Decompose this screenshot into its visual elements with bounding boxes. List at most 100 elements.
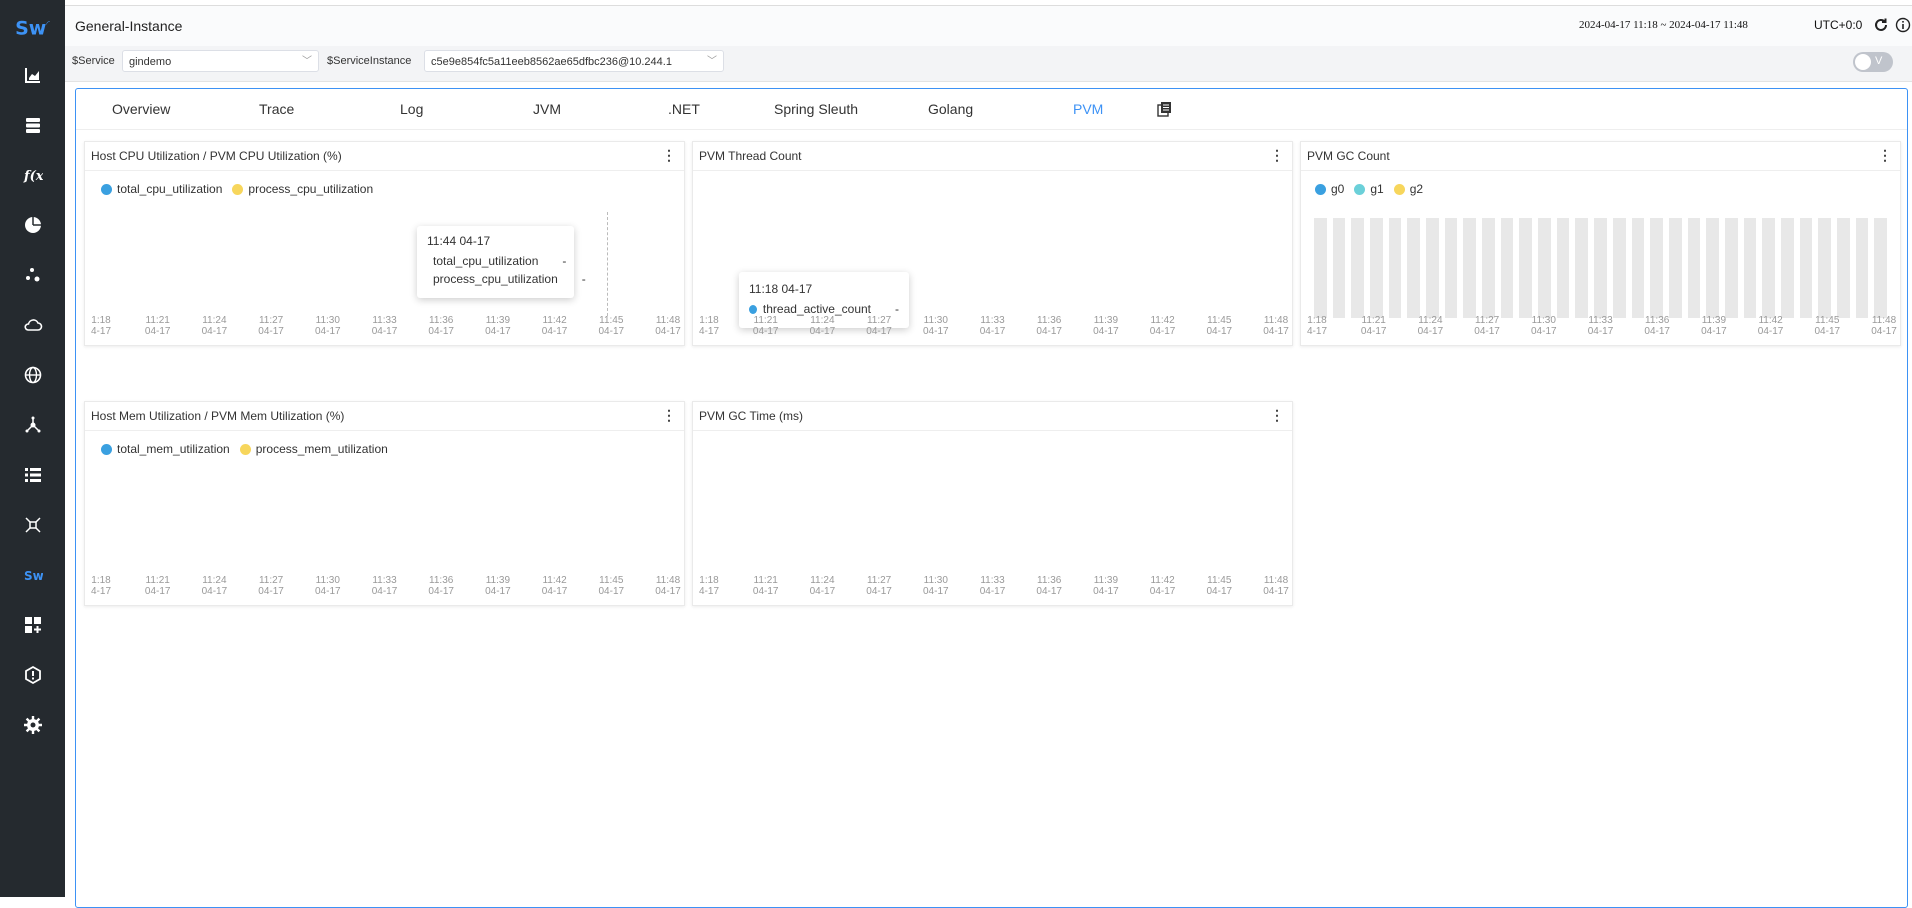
x-tick-date: 04-17 — [752, 586, 779, 597]
x-tick-date: 04-17 — [1149, 586, 1176, 597]
x-tick-time: 11:48 — [655, 315, 681, 326]
x-tick-date: 04-17 — [1206, 326, 1233, 337]
x-tick-date: 04-17 — [1036, 326, 1062, 337]
x-tick-label: 11:39 04-17 — [1086, 575, 1126, 597]
dashboard-container: Overview Trace Log JVM .NET Spring Sleut… — [75, 88, 1908, 908]
x-tick-label: 11:30 04-17 — [1524, 315, 1564, 337]
x-tick-time: 11:48 — [655, 575, 681, 586]
x-tick-time: 1:18 — [699, 315, 719, 326]
service-select[interactable]: gindemo ﹀ — [122, 50, 319, 72]
x-tick-time: 11:42 — [1150, 315, 1175, 326]
x-tick-label: 11:27 04-17 — [859, 315, 899, 337]
x-tick-date: 04-17 — [428, 586, 454, 597]
refresh-icon[interactable] — [1873, 17, 1889, 38]
x-tick-label: 11:48 04-17 — [648, 315, 688, 337]
dashboard-add-icon[interactable] — [0, 605, 65, 645]
x-tick-label: 11:33 04-17 — [365, 315, 405, 337]
tooltip-series: total_cpu_utilization — [433, 254, 539, 268]
legend-item[interactable]: process_mem_utilization — [239, 442, 388, 456]
edit-toggle[interactable]: V — [1853, 52, 1893, 72]
panel-menu-icon[interactable]: ⋮ — [662, 407, 676, 423]
x-tick-label: 11:27 04-17 — [859, 575, 899, 597]
x-tick-label: 11:33 04-17 — [973, 315, 1013, 337]
mesh-icon[interactable] — [0, 405, 65, 445]
service-select-value: gindemo — [129, 56, 172, 68]
legend-dot — [101, 443, 112, 455]
x-tick-date: 04-17 — [809, 586, 836, 597]
legend-label: total_cpu_utilization — [117, 182, 223, 196]
instance-select[interactable]: c5e9e854fc5a11eeb8562ae65dfbc236@10.244.… — [424, 50, 724, 72]
x-tick-time: 11:36 — [429, 315, 454, 326]
gc-bar — [1332, 218, 1346, 318]
tab-golang[interactable]: Golang — [928, 101, 973, 117]
x-tick-date: 04-17 — [485, 586, 511, 597]
x-tick-date: 04-17 — [1814, 326, 1841, 337]
x-tick-label: 11:21 04-17 — [138, 315, 178, 337]
chart-icon[interactable] — [0, 55, 65, 95]
x-tick-label: 11:21 04-17 — [746, 575, 786, 597]
copy-tab-icon[interactable] — [1157, 101, 1173, 122]
gc-bar — [1463, 218, 1477, 318]
x-tick-date: 04-17 — [1757, 326, 1784, 337]
tab-trace[interactable]: Trace — [259, 101, 294, 117]
panel-menu-icon[interactable]: ⋮ — [662, 147, 676, 163]
x-tick-date: 04-17 — [1701, 326, 1727, 337]
x-tick-time: 11:21 — [1361, 315, 1386, 326]
x-tick-time: 11:24 — [810, 575, 835, 586]
tab-bar: Overview Trace Log JVM .NET Spring Sleut… — [76, 89, 1907, 130]
panel-menu-icon[interactable]: ⋮ — [1270, 147, 1284, 163]
tooltip-title: 11:44 04-17 — [427, 234, 491, 248]
legend-item[interactable]: g2 — [1393, 182, 1423, 196]
tab-spring-sleuth[interactable]: Spring Sleuth — [774, 101, 858, 117]
x-tick-date: 04-17 — [371, 326, 398, 337]
x-tick-date: 04-17 — [1036, 586, 1062, 597]
x-tick-time: 11:30 — [1531, 315, 1556, 326]
panel-menu-icon[interactable]: ⋮ — [1878, 147, 1892, 163]
legend-item[interactable]: g0 — [1315, 182, 1344, 196]
database-icon[interactable] — [0, 105, 65, 145]
crosshair-line — [607, 212, 608, 316]
skywalking-logo[interactable]: Sw◜ — [0, 10, 65, 40]
time-range[interactable]: 2024-04-17 11:18 ~ 2024-04-17 11:48 — [1579, 19, 1748, 31]
legend-item[interactable]: process_cpu_utilization — [232, 182, 373, 196]
tab-jvm[interactable]: JVM — [533, 101, 561, 117]
panel-title: PVM GC Time (ms) — [699, 409, 803, 423]
x-tick-label: 11:42 04-17 — [535, 315, 575, 337]
gc-bar — [1874, 218, 1887, 318]
x-tick-time: 11:42 — [1150, 575, 1175, 586]
pie-icon[interactable] — [0, 205, 65, 245]
x-tick-time: 11:39 — [485, 575, 511, 586]
shield-icon[interactable] — [0, 655, 65, 695]
list-icon[interactable] — [0, 455, 65, 495]
info-icon[interactable] — [1895, 17, 1911, 38]
function-icon[interactable]: f(x) — [0, 155, 65, 195]
panel-menu-icon[interactable]: ⋮ — [1270, 407, 1284, 423]
x-tick-date: 04-17 — [541, 326, 568, 337]
x-tick-time: 11:21 — [753, 315, 778, 326]
x-axis: 1:18 4-17 11:21 04-17 11:24 04-17 11:27 04-17 11… — [699, 575, 1289, 599]
gc-count-panel: PVM GC Count ⋮ g0 g1 g2 1:18 4-17 11:21 04-… — [1300, 141, 1901, 346]
legend-item[interactable]: total_cpu_utilization — [101, 182, 222, 196]
tab-log[interactable]: Log — [400, 101, 423, 117]
tab-pvm[interactable]: PVM — [1073, 101, 1103, 117]
gc-bar — [1855, 218, 1869, 318]
dots-icon[interactable] — [0, 255, 65, 295]
legend-item[interactable]: g1 — [1354, 182, 1384, 196]
x-tick-time: 11:27 — [258, 575, 284, 586]
header-bar: General-Instance 2024-04-17 11:18 ~ 2024… — [65, 5, 1912, 47]
gc-bar — [1612, 218, 1626, 318]
globe-icon[interactable] — [0, 355, 65, 395]
tooltip-row: thread_active_count - — [749, 302, 899, 316]
network-icon[interactable] — [0, 505, 65, 545]
tab-dotnet[interactable]: .NET — [668, 101, 700, 117]
x-tick-date: 04-17 — [979, 586, 1006, 597]
legend-item[interactable]: total_mem_utilization — [101, 442, 230, 456]
cloud-icon[interactable] — [0, 305, 65, 345]
legend-dot — [1393, 183, 1405, 195]
x-tick-time: 1:18 — [699, 575, 719, 586]
x-tick-time: 11:24 — [810, 315, 835, 326]
x-tick-date: 04-17 — [655, 586, 681, 597]
settings-icon[interactable] — [0, 705, 65, 745]
sw-icon[interactable]: Sw — [0, 555, 65, 595]
tab-overview[interactable]: Overview — [112, 101, 170, 117]
